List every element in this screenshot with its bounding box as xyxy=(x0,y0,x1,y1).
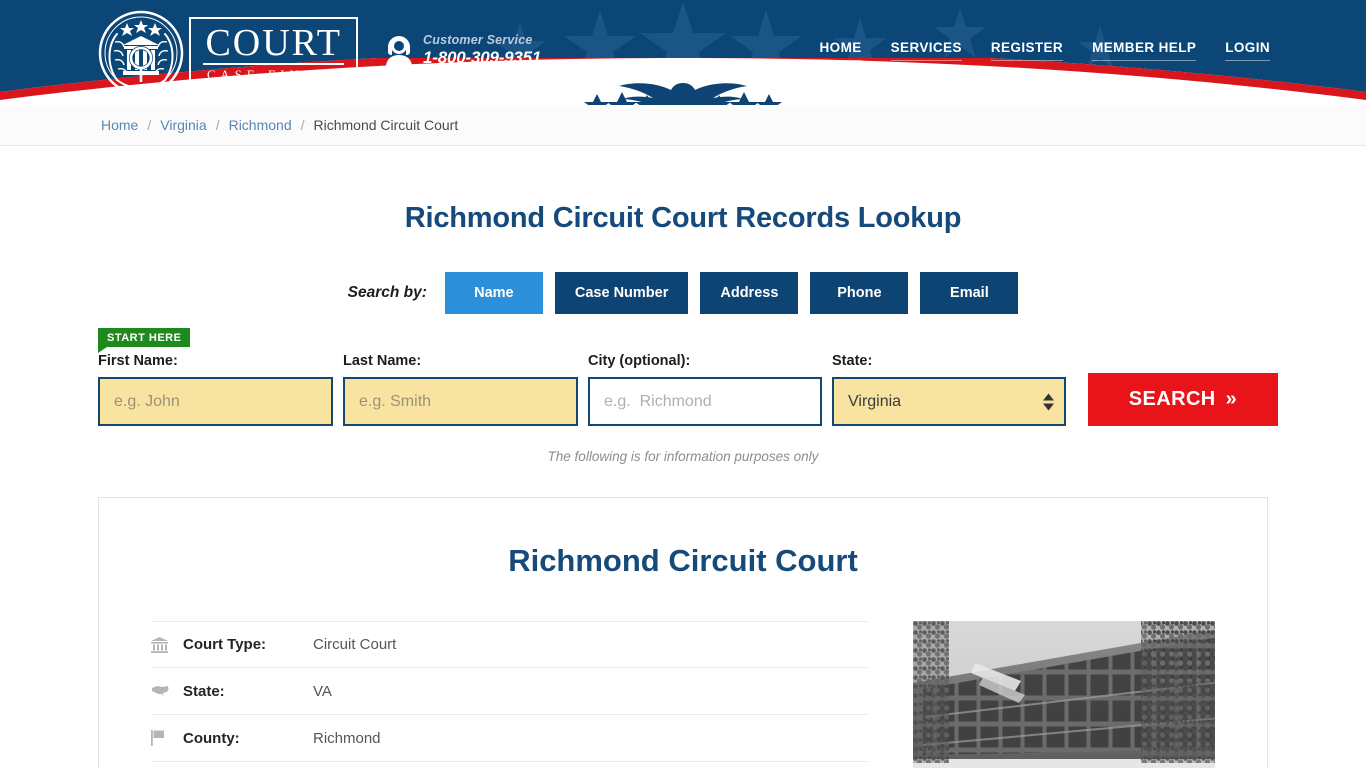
last-name-group: Last Name: xyxy=(343,353,578,426)
nav-home[interactable]: HOME xyxy=(819,40,862,61)
search-by-tabs: Search by: Name Case Number Address Phon… xyxy=(0,272,1366,314)
search-form: START HERE First Name: Last Name: City (… xyxy=(0,324,1366,426)
customer-service-block[interactable]: Customer Service 1-800-309-9351 xyxy=(384,33,541,68)
breadcrumb: Home / Virginia / Richmond / Richmond Ci… xyxy=(0,105,1366,146)
state-select[interactable]: Virginia xyxy=(832,377,1066,426)
court-info-table: Court Type: Circuit Court State: VA Coun… xyxy=(151,621,868,768)
breadcrumb-separator: / xyxy=(147,117,152,133)
courthouse-photo xyxy=(913,621,1215,768)
customer-service-label: Customer Service xyxy=(423,33,533,47)
last-name-label: Last Name: xyxy=(343,353,422,369)
main-navigation: HOME SERVICES REGISTER MEMBER HELP LOGIN xyxy=(819,40,1270,61)
city-input[interactable] xyxy=(588,377,822,426)
nav-register[interactable]: REGISTER xyxy=(990,40,1064,61)
info-value: Circuit Court xyxy=(313,636,397,653)
logo-text-box: COURT CASE FINDER xyxy=(189,16,359,90)
breadcrumb-item-current: Richmond Circuit Court xyxy=(313,117,459,133)
city-label: City (optional): xyxy=(588,353,691,369)
page-title: Richmond Circuit Court Records Lookup xyxy=(404,202,962,234)
breadcrumb-item-virginia[interactable]: Virginia xyxy=(160,117,206,133)
bank-building-icon xyxy=(151,636,183,653)
tab-case-number[interactable]: Case Number xyxy=(554,272,689,314)
info-key: County: xyxy=(183,729,240,747)
court-detail-card: Richmond Circuit Court Court Type: Circu… xyxy=(98,497,1268,768)
tab-email[interactable]: Email xyxy=(920,272,1019,314)
tab-address[interactable]: Address xyxy=(700,272,799,314)
site-logo[interactable]: COURT CASE FINDER xyxy=(95,10,359,96)
table-row: Court Type: Circuit Court xyxy=(151,621,868,668)
site-header: COURT CASE FINDER Customer Service 1-800… xyxy=(0,0,1366,105)
tab-name[interactable]: Name xyxy=(444,272,543,314)
last-name-input[interactable] xyxy=(343,377,578,426)
first-name-input[interactable] xyxy=(98,377,333,426)
disclaimer-text: The following is for information purpose… xyxy=(547,449,819,464)
search-by-label: Search by: xyxy=(347,284,427,301)
court-name-heading: Richmond Circuit Court xyxy=(508,543,858,578)
search-button[interactable]: SEARCH » xyxy=(1088,373,1278,426)
court-detail-body: Court Type: Circuit Court State: VA Coun… xyxy=(99,621,1267,768)
chevron-double-right-icon: » xyxy=(1225,388,1238,410)
table-row: County: Richmond xyxy=(151,715,868,762)
breadcrumb-separator: / xyxy=(215,117,220,133)
customer-service-phone[interactable]: 1-800-309-9351 xyxy=(423,48,541,68)
table-row: State: VA xyxy=(151,668,868,715)
info-value: Richmond xyxy=(313,729,381,747)
logo-primary-text: COURT xyxy=(203,24,345,65)
first-name-group: First Name: xyxy=(98,353,333,426)
court-emblem-icon xyxy=(98,10,184,96)
nav-login[interactable]: LOGIN xyxy=(1225,40,1270,61)
headset-support-icon xyxy=(386,35,412,67)
nav-services[interactable]: SERVICES xyxy=(890,40,962,61)
tab-phone[interactable]: Phone xyxy=(810,272,909,314)
search-fields-row: First Name: Last Name: City (optional): … xyxy=(0,324,1366,426)
start-here-badge: START HERE xyxy=(98,328,191,353)
info-value: VA xyxy=(313,682,332,700)
us-map-icon xyxy=(151,685,183,697)
state-group: State: Virginia xyxy=(832,353,1066,426)
nav-member-help[interactable]: MEMBER HELP xyxy=(1092,40,1197,61)
flag-icon xyxy=(151,730,183,746)
state-label: State: xyxy=(832,353,873,369)
search-button-label: SEARCH xyxy=(1128,388,1216,410)
first-name-label: First Name: xyxy=(98,353,178,369)
breadcrumb-separator: / xyxy=(300,117,305,133)
info-key: State: xyxy=(183,682,225,700)
breadcrumb-item-home[interactable]: Home xyxy=(101,117,138,133)
info-key: Court Type: xyxy=(183,636,267,653)
logo-secondary-text: CASE FINDER xyxy=(207,67,345,82)
breadcrumb-item-richmond[interactable]: Richmond xyxy=(229,117,292,133)
city-group: City (optional): xyxy=(588,353,822,426)
